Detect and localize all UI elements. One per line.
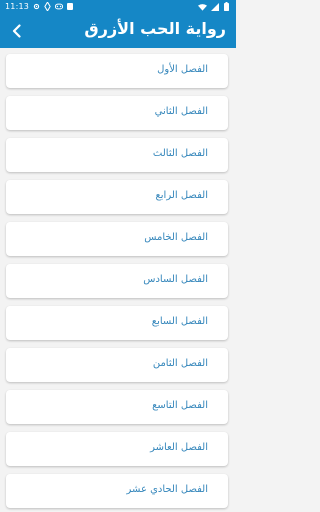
wifi-icon — [198, 1, 207, 12]
chapter-label: الفصل الثامن — [152, 358, 208, 369]
chapter-label: الفصل الثاني — [154, 106, 208, 117]
chevron-left-icon — [12, 24, 21, 38]
chapter-label: الفصل الأول — [157, 64, 208, 75]
chapter-label: الفصل الرابع — [155, 190, 208, 201]
chapter-label: الفصل الحادي عشر — [126, 484, 209, 495]
chapter-list: الفصل الأول الفصل الثاني الفصل الثالث ال… — [0, 48, 236, 512]
app-bar: رواية الحب الأزرق — [0, 14, 236, 48]
chapter-label: الفصل السادس — [143, 274, 208, 285]
chapter-label: الفصل السابع — [151, 316, 208, 327]
chapter-item-8[interactable]: الفصل الثامن — [6, 348, 228, 382]
chapter-item-3[interactable]: الفصل الثالث — [6, 138, 228, 172]
status-right-icons — [198, 1, 231, 12]
chapter-label: الفصل التاسع — [152, 400, 208, 411]
chapter-item-10[interactable]: الفصل العاشر — [6, 432, 228, 466]
status-left-icons — [32, 1, 74, 12]
status-time: 11:13 — [5, 2, 30, 11]
chapter-item-7[interactable]: الفصل السابع — [6, 306, 228, 340]
app-badge-icon — [65, 1, 74, 12]
chapter-item-11[interactable]: الفصل الحادي عشر — [6, 474, 228, 508]
chapter-item-6[interactable]: الفصل السادس — [6, 264, 228, 298]
chapter-item-2[interactable]: الفصل الثاني — [6, 96, 228, 130]
data-saver-icon — [43, 1, 52, 12]
chapter-item-1[interactable]: الفصل الأول — [6, 54, 228, 88]
chapter-label: الفصل الثالث — [152, 148, 208, 159]
chapter-label: الفصل الخامس — [144, 232, 208, 243]
gamepad-icon — [54, 1, 63, 12]
status-bar: 11:13 — [0, 0, 236, 14]
android-settings-icon — [32, 1, 41, 12]
chapter-label: الفصل العاشر — [150, 442, 208, 453]
back-button[interactable] — [6, 20, 28, 42]
page-title: رواية الحب الأزرق — [84, 19, 226, 38]
chapter-item-4[interactable]: الفصل الرابع — [6, 180, 228, 214]
chapter-item-5[interactable]: الفصل الخامس — [6, 222, 228, 256]
signal-icon — [210, 1, 219, 12]
chapter-item-9[interactable]: الفصل التاسع — [6, 390, 228, 424]
battery-icon — [222, 1, 231, 12]
